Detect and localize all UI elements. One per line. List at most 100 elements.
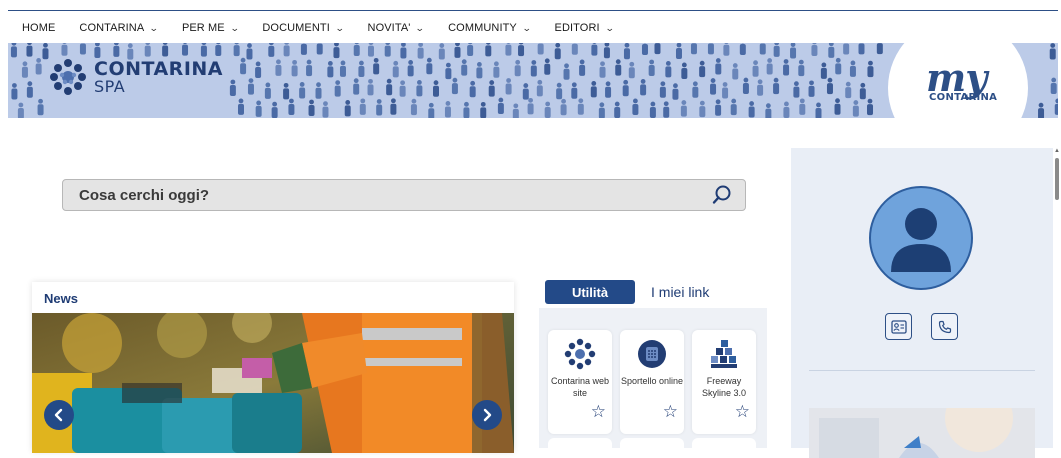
person-figure — [691, 43, 697, 54]
person-figure — [564, 63, 570, 79]
nav-per-me[interactable]: PER ME⌄ — [182, 22, 238, 34]
link-tile-contarina[interactable]: Contarina web site ☆ — [548, 330, 612, 434]
person-figure — [757, 79, 763, 95]
nav-novita-label: NOVITA' — [368, 22, 411, 34]
person-figure — [783, 102, 789, 118]
person-figure — [531, 60, 537, 76]
scroll-up-icon[interactable]: ▲ — [1054, 148, 1060, 154]
person-figure — [288, 99, 294, 115]
person-figure — [632, 99, 638, 115]
person-figure — [26, 43, 32, 57]
scroll-thumb[interactable] — [1055, 158, 1059, 200]
star-icon[interactable]: ☆ — [663, 402, 678, 422]
person-figure — [433, 80, 439, 96]
person-figure — [835, 98, 841, 114]
person-figure — [11, 43, 17, 57]
person-figure — [390, 98, 396, 114]
nav-home[interactable]: HOME — [22, 22, 55, 34]
link-tile-partial[interactable] — [548, 438, 612, 458]
search-input[interactable] — [63, 180, 707, 210]
news-next-button[interactable] — [472, 400, 502, 430]
person-figure — [400, 80, 406, 96]
person-figure — [591, 81, 597, 97]
person-figure — [793, 81, 799, 97]
person-figure — [463, 102, 469, 118]
person-figure — [749, 101, 755, 117]
person-figure — [1055, 99, 1058, 115]
person-figure — [38, 99, 44, 115]
avatar[interactable] — [869, 186, 973, 290]
contarina-logo-icon — [48, 57, 88, 97]
person-figure — [11, 83, 17, 99]
page-scrollbar[interactable]: ▲ — [1053, 148, 1061, 443]
person-figure — [815, 103, 821, 118]
person-figure — [255, 62, 261, 78]
link-tile-sportello[interactable]: Sportello online ☆ — [620, 330, 684, 434]
person-figure — [265, 83, 271, 99]
profile-card-button[interactable] — [885, 313, 912, 340]
link-tile-partial[interactable] — [620, 438, 684, 458]
person-figure — [783, 59, 789, 75]
person-figure — [614, 102, 620, 118]
header-banner: CONTARINA SPA my CONTARINA — [8, 43, 1058, 118]
nav-novita[interactable]: NOVITA'⌄ — [368, 22, 425, 34]
person-figure — [301, 43, 307, 55]
star-icon[interactable]: ☆ — [591, 402, 606, 422]
news-prev-button[interactable] — [44, 400, 74, 430]
person-figure — [240, 58, 246, 74]
tab-utilita[interactable]: Utilità — [545, 280, 635, 304]
link-tile-freeway[interactable]: Freeway Skyline 3.0 ☆ — [692, 330, 756, 434]
person-figure — [476, 62, 482, 78]
person-figure — [1038, 103, 1044, 118]
nav-community-label: COMMUNITY — [448, 22, 517, 34]
person-figure — [162, 43, 168, 57]
search-bar — [62, 179, 746, 211]
person-figure — [299, 82, 305, 98]
person-figure — [340, 61, 346, 77]
person-figure — [604, 43, 610, 58]
person-figure — [523, 83, 529, 99]
person-figure — [811, 43, 817, 56]
sidebar-image[interactable] — [809, 408, 1035, 458]
person-figure — [538, 43, 544, 55]
person-figure — [642, 43, 648, 55]
nav-editori-label: EDITORI — [555, 22, 600, 34]
person-figure — [591, 43, 597, 56]
sportello-icon — [636, 338, 668, 370]
person-figure — [480, 102, 486, 118]
person-figure — [182, 43, 188, 56]
person-figure — [238, 98, 244, 114]
person-figure — [715, 58, 721, 74]
person-figure — [650, 102, 656, 118]
person-figure — [561, 99, 567, 115]
person-figure — [275, 59, 281, 75]
phone-button[interactable] — [931, 313, 958, 340]
search-icon[interactable] — [707, 180, 737, 210]
person-figure — [316, 82, 322, 98]
person-figure — [426, 58, 432, 74]
person-figure — [400, 43, 406, 58]
person-figure — [467, 43, 473, 56]
link-tile-partial[interactable] — [692, 438, 756, 458]
tab-miei-link[interactable]: I miei link — [651, 284, 709, 300]
top-divider — [8, 10, 1058, 11]
person-figure — [333, 43, 339, 58]
person-figure — [556, 83, 562, 99]
person-figure — [454, 43, 460, 58]
news-image[interactable] — [32, 313, 514, 453]
nav-community[interactable]: COMMUNITY⌄ — [448, 22, 530, 34]
person-figure — [36, 58, 42, 74]
person-figure — [578, 98, 584, 114]
nav-contarina[interactable]: CONTARINA⌄ — [79, 22, 158, 34]
person-figure — [493, 61, 499, 77]
person-figure — [710, 78, 716, 94]
nav-editori[interactable]: EDITORI⌄ — [555, 22, 614, 34]
person-figure — [416, 80, 422, 96]
star-icon[interactable]: ☆ — [735, 402, 750, 422]
person-figure — [408, 60, 414, 76]
person-figure — [753, 60, 759, 76]
person-figure — [201, 43, 207, 57]
contarina-logo[interactable]: CONTARINA SPA — [48, 57, 223, 97]
nav-documenti[interactable]: DOCUMENTI⌄ — [262, 22, 343, 34]
person-figure — [215, 43, 221, 56]
